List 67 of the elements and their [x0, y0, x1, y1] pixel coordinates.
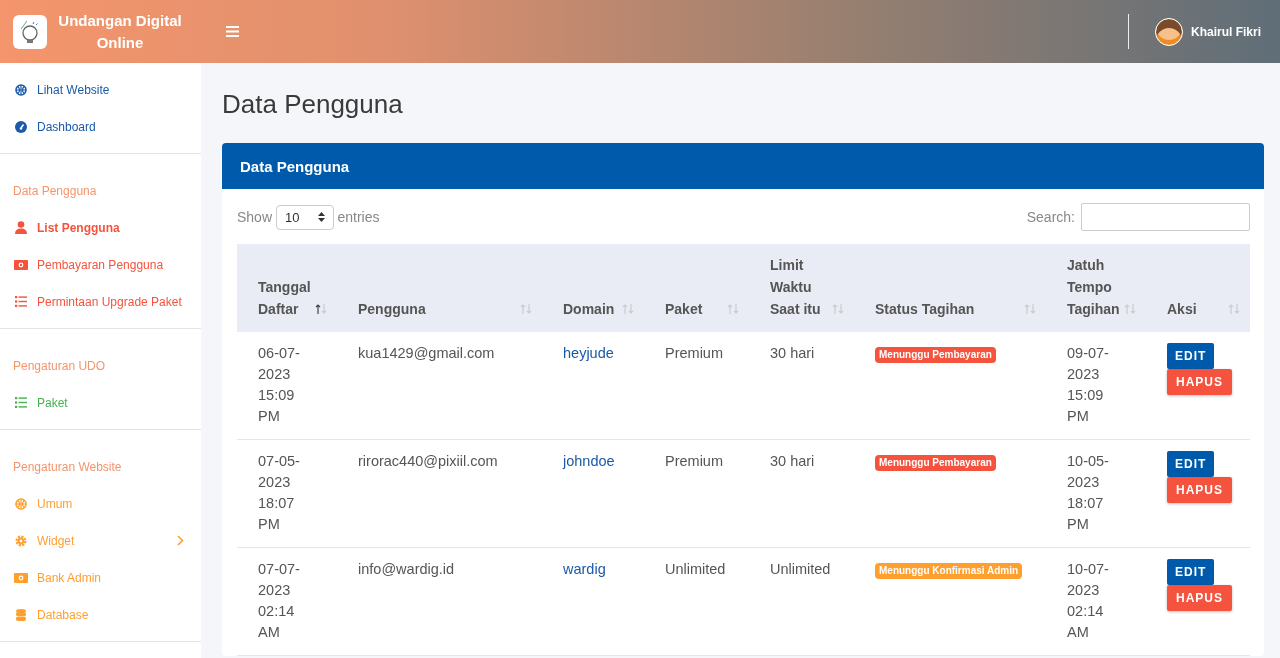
sidebar-item[interactable]: List Pengguna	[0, 209, 201, 246]
gear-icon	[15, 534, 27, 547]
globe-icon	[15, 83, 27, 96]
table-cell: 10-05-2023 18:07 PM	[1046, 439, 1146, 548]
brand-title: Undangan Digital Online	[57, 10, 183, 53]
edit-button[interactable]: EDIT	[1167, 343, 1215, 369]
sidebar-heading: Pengaturan Website	[12, 459, 123, 476]
table-cell: 10-07-2023 02:14 AM	[1046, 547, 1146, 656]
domain-link[interactable]: wardig	[542, 547, 644, 656]
banknote-icon	[14, 572, 28, 583]
delete-button[interactable]: HAPUS	[1167, 369, 1232, 395]
sidebar-item[interactable]: Lihat Website	[0, 71, 201, 108]
sidebar-item[interactable]: Dashboard	[0, 108, 201, 145]
table-cell: 07-07-2023 02:14 AM	[237, 547, 337, 656]
column-header[interactable]: Paket	[644, 244, 749, 332]
table-cell: rirorac440@pixiil.com	[337, 439, 542, 548]
column-header[interactable]: Jatuh Tempo Tagihan	[1046, 244, 1146, 332]
table-cell: 30 hari	[749, 439, 854, 548]
updown-arrows-icon	[317, 212, 325, 222]
gauge-icon	[15, 120, 27, 133]
avatar-icon[interactable]	[1155, 17, 1183, 46]
edit-button[interactable]: EDIT	[1167, 451, 1215, 477]
column-header[interactable]: Limit Waktu Saat itu	[749, 244, 854, 332]
entries-select[interactable]: 10	[276, 204, 334, 230]
user-icon	[15, 221, 27, 234]
banknote-icon	[14, 259, 28, 270]
table-cell: kua1429@gmail.com	[337, 332, 542, 440]
search-field[interactable]	[1081, 203, 1250, 231]
table-cell: 07-05-2023 18:07 PM	[237, 439, 337, 548]
delete-button[interactable]: HAPUS	[1167, 477, 1232, 503]
column-header[interactable]: Pengguna	[337, 244, 542, 332]
domain-link[interactable]: heyjude	[542, 332, 644, 440]
chevron-right-icon	[177, 535, 184, 546]
search-label: Search:	[1026, 209, 1075, 225]
sidebar-item[interactable]: Pembayaran Pengguna	[0, 246, 201, 283]
page-title: Data Pengguna	[222, 89, 404, 120]
database-icon	[16, 608, 26, 621]
user-name[interactable]: Khairul Fikri	[1191, 24, 1261, 39]
list-icon	[15, 296, 27, 307]
sidebar-heading: Data Pengguna	[12, 183, 98, 200]
column-header[interactable]: Status Tagihan	[854, 244, 1046, 332]
domain-link[interactable]: johndoe	[542, 439, 644, 548]
show-label: Show	[237, 209, 273, 225]
table-cell: 30 hari	[749, 332, 854, 440]
sidebar-heading: Pengaturan UDO	[12, 358, 107, 375]
table-cell: Unlimited	[644, 547, 749, 656]
table-cell: 09-07-2023 15:09 PM	[1046, 332, 1146, 440]
column-header[interactable]: Tanggal Daftar	[237, 244, 337, 332]
column-header[interactable]: Aksi	[1146, 244, 1250, 332]
status-badge: Menunggu Pembayaran	[875, 347, 996, 363]
status-badge: Menunggu Pembayaran	[875, 455, 996, 471]
table-cell: Unlimited	[749, 547, 854, 656]
card-title: Data Pengguna	[240, 157, 350, 175]
entries-label: entries	[337, 209, 380, 225]
column-header[interactable]: Domain	[542, 244, 644, 332]
table-cell: 06-07-2023 15:09 PM	[237, 332, 337, 440]
table-cell: info@wardig.id	[337, 547, 542, 656]
table-cell: Premium	[644, 332, 749, 440]
lightbulb-logo-icon	[13, 14, 47, 49]
sidebar-item[interactable]: Permintaan Upgrade Paket	[0, 283, 201, 320]
menu-icon[interactable]	[226, 26, 239, 37]
list-icon	[15, 397, 27, 408]
status-badge: Menunggu Konfirmasi Admin	[875, 563, 1023, 579]
table-cell: Premium	[644, 439, 749, 548]
globe-icon	[15, 497, 27, 510]
edit-button[interactable]: EDIT	[1167, 559, 1215, 585]
delete-button[interactable]: HAPUS	[1167, 585, 1232, 611]
